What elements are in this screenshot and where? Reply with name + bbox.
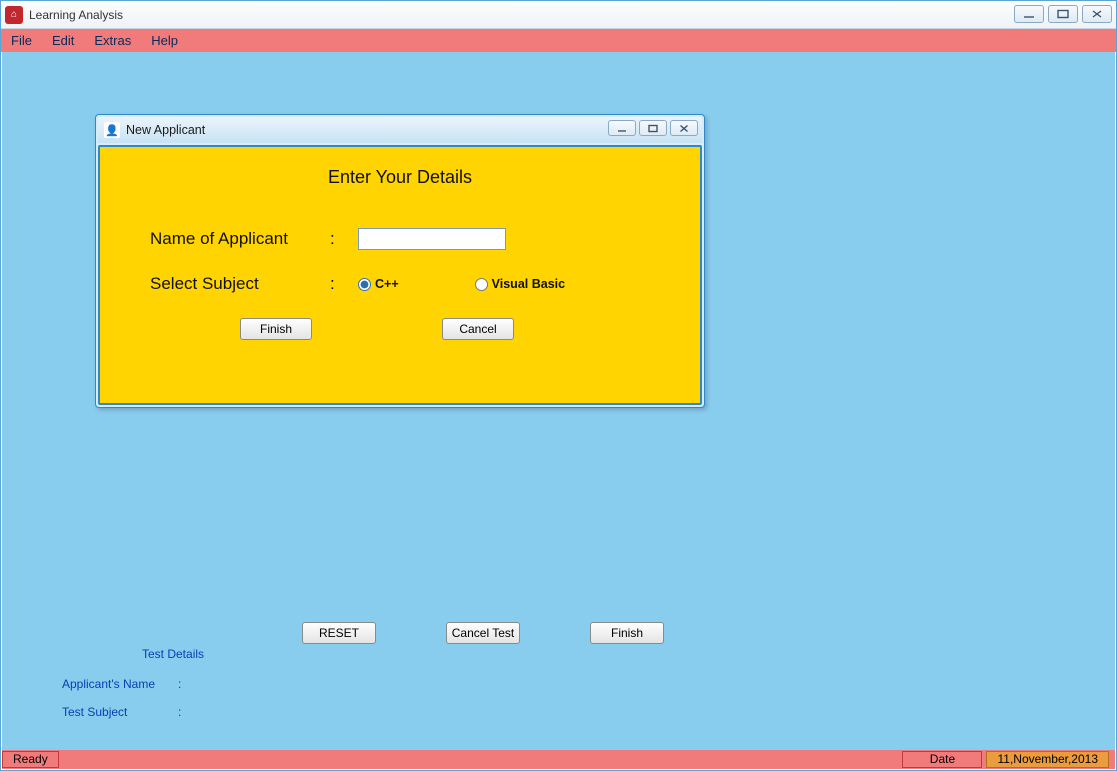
statusbar: Ready Date 11,November,2013 (2, 750, 1115, 769)
name-label: Name of Applicant (130, 229, 330, 249)
bottom-finish-button[interactable]: Finish (590, 622, 664, 644)
colon: : (330, 274, 358, 294)
user-icon: 👤 (104, 122, 120, 138)
radio-vb-label: Visual Basic (492, 277, 565, 291)
radio-cpp-label: C++ (375, 277, 399, 291)
dialog-cancel-button[interactable]: Cancel (442, 318, 514, 340)
test-details-title: Test Details (142, 647, 204, 661)
close-icon (1090, 9, 1104, 19)
dialog-title: New Applicant (126, 123, 205, 137)
menu-help[interactable]: Help (151, 33, 178, 48)
dialog-maximize-button[interactable] (639, 120, 667, 136)
name-row: Name of Applicant : (130, 228, 670, 250)
dialog-finish-button[interactable]: Finish (240, 318, 312, 340)
new-applicant-dialog: 👤 New Applicant Enter Your Details (95, 114, 705, 408)
menu-file[interactable]: File (11, 33, 32, 48)
subject-radio-vb[interactable]: Visual Basic (475, 277, 565, 291)
menu-edit[interactable]: Edit (52, 33, 74, 48)
subject-row: Select Subject : C++ Visual Basic (130, 274, 670, 294)
colon: : (178, 677, 181, 691)
app-title: Learning Analysis (29, 8, 123, 22)
bottom-button-row: RESET Cancel Test Finish (302, 622, 664, 644)
subject-label: Select Subject (130, 274, 330, 294)
subject-radio-cpp[interactable]: C++ (358, 277, 399, 291)
maximize-icon (647, 124, 659, 133)
radio-vb-input[interactable] (475, 278, 488, 291)
applicant-name-label: Applicant's Name (62, 677, 172, 691)
status-ready: Ready (2, 751, 59, 768)
applicant-name-input[interactable] (358, 228, 506, 250)
minimize-icon (1022, 9, 1036, 19)
status-date-value: 11,November,2013 (986, 751, 1109, 768)
test-details-panel: Test Details Applicant's Name : Test Sub… (62, 647, 204, 733)
menubar: File Edit Extras Help (1, 29, 1116, 52)
test-subject-row: Test Subject : (62, 705, 204, 719)
dialog-titlebar[interactable]: 👤 New Applicant (98, 117, 702, 143)
applicant-name-row: Applicant's Name : (62, 677, 204, 691)
dialog-heading: Enter Your Details (130, 167, 670, 188)
minimize-button[interactable] (1014, 5, 1044, 23)
titlebar[interactable]: ⌂ Learning Analysis (1, 1, 1116, 29)
dialog-minimize-button[interactable] (608, 120, 636, 136)
client-area: 👤 New Applicant Enter Your Details (2, 52, 1115, 769)
minimize-icon (616, 124, 628, 133)
reset-button[interactable]: RESET (302, 622, 376, 644)
dialog-button-row: Finish Cancel (130, 318, 670, 340)
colon: : (330, 229, 358, 249)
dialog-close-button[interactable] (670, 120, 698, 136)
maximize-icon (1056, 9, 1070, 19)
radio-cpp-input[interactable] (358, 278, 371, 291)
dialog-body: Enter Your Details Name of Applicant : S… (98, 145, 702, 405)
main-window: ⌂ Learning Analysis File Edit Extras Hel… (0, 0, 1117, 771)
close-button[interactable] (1082, 5, 1112, 23)
cancel-test-button[interactable]: Cancel Test (446, 622, 520, 644)
dialog-window-controls (608, 120, 698, 136)
subject-radio-group: C++ Visual Basic (358, 277, 565, 291)
colon: : (178, 705, 181, 719)
window-controls (1014, 5, 1112, 23)
close-icon (678, 124, 690, 133)
status-date-label: Date (902, 751, 982, 768)
app-icon: ⌂ (5, 6, 23, 24)
maximize-button[interactable] (1048, 5, 1078, 23)
test-subject-label: Test Subject (62, 705, 172, 719)
menu-extras[interactable]: Extras (94, 33, 131, 48)
